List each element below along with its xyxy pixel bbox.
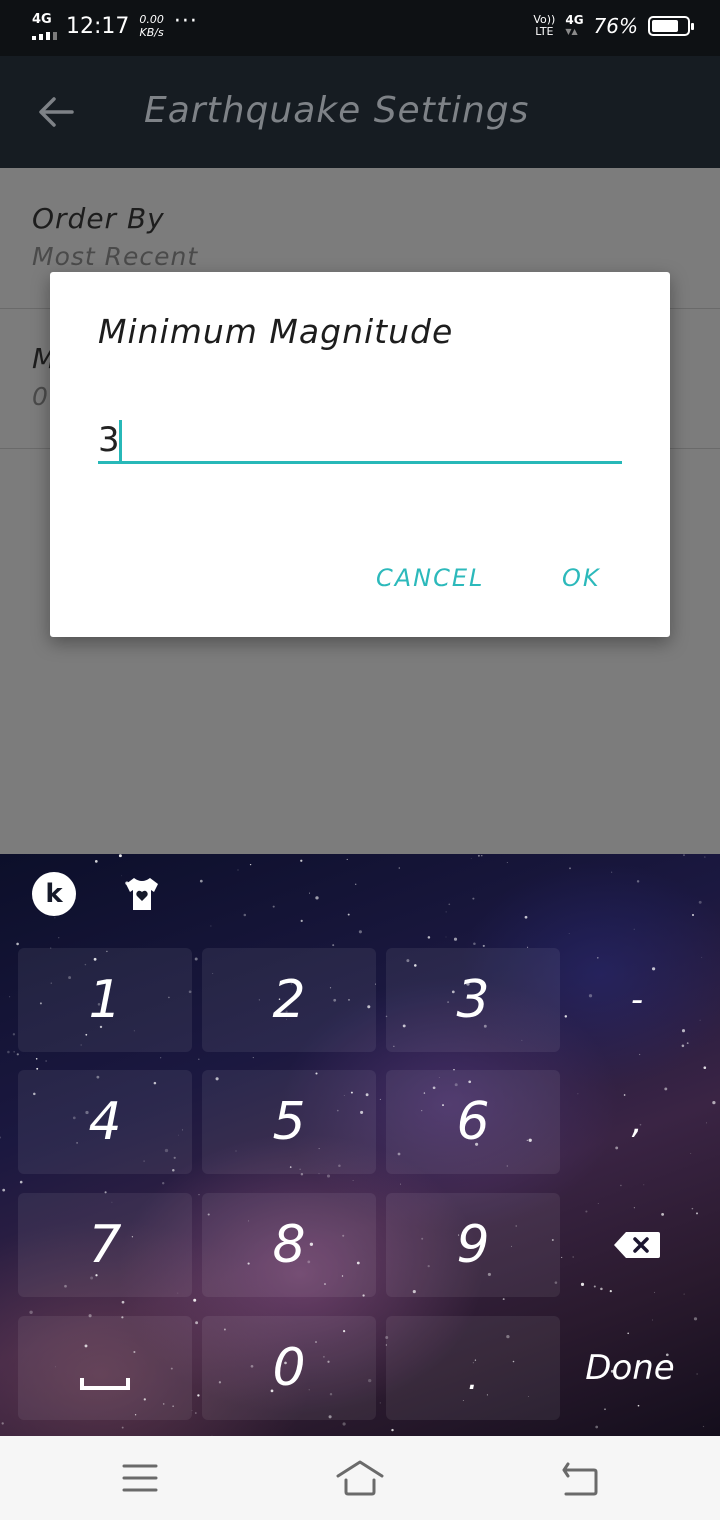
text-cursor (119, 420, 122, 462)
pref-title: Order By (32, 202, 165, 235)
battery-fill (652, 20, 678, 32)
key-7[interactable]: 7 (18, 1193, 192, 1297)
network-speed: 0.00 KB/s (139, 13, 164, 39)
pref-summary: 0 (32, 382, 49, 411)
clock: 12:17 (66, 13, 130, 39)
key-9[interactable]: 9 (386, 1193, 560, 1297)
app-bar: Earthquake Settings (0, 56, 720, 168)
numeric-keyboard: k 1 2 3- 4 5 6, 7 8 9 0. Done (0, 854, 720, 1436)
space-key[interactable] (18, 1316, 192, 1420)
signal-icon: 4G (30, 12, 57, 40)
pref-summary: Most Recent (32, 242, 199, 271)
key-0[interactable]: 0 (202, 1316, 376, 1420)
keyboard-logo-icon[interactable]: k (32, 872, 76, 916)
key-comma[interactable]: , (550, 1070, 720, 1174)
status-right: Vo)) LTE 4G ▼▲ 76% (533, 13, 694, 38)
key-minus[interactable]: - (550, 948, 720, 1052)
network-type: 4G (32, 12, 52, 27)
status-left: 4G 12:17 0.00 KB/s ··· (30, 8, 198, 40)
status-bar: 4G 12:17 0.00 KB/s ··· Vo)) LTE 4G ▼▲ 76… (0, 0, 720, 56)
key-2[interactable]: 2 (202, 948, 376, 1052)
magnitude-input[interactable] (98, 418, 622, 464)
key-1[interactable]: 1 (18, 948, 192, 1052)
key-4[interactable]: 4 (18, 1070, 192, 1174)
key-8[interactable]: 8 (202, 1193, 376, 1297)
navigation-bar (0, 1436, 720, 1520)
volte-indicator: Vo)) LTE (533, 13, 556, 38)
backspace-icon (614, 1232, 660, 1258)
key-6[interactable]: 6 (386, 1070, 560, 1174)
mobile-data-indicator: 4G ▼▲ (565, 13, 584, 36)
key-3[interactable]: 3 (386, 948, 560, 1052)
dialog-title: Minimum Magnitude (98, 312, 454, 351)
battery-percent: 76% (593, 14, 638, 38)
page-title: Earthquake Settings (144, 90, 530, 131)
back-icon[interactable] (550, 1458, 610, 1498)
backspace-key[interactable] (550, 1193, 720, 1297)
ok-button[interactable]: OK (562, 564, 601, 592)
key-period[interactable]: . (386, 1316, 560, 1420)
tshirt-heart-icon[interactable] (122, 874, 162, 914)
more-notifications-icon: ··· (173, 8, 198, 34)
battery-icon (648, 16, 694, 36)
minimum-magnitude-dialog: Minimum Magnitude CANCEL OK (50, 272, 670, 637)
space-icon (80, 1378, 130, 1390)
home-icon[interactable] (330, 1458, 390, 1498)
menu-icon[interactable] (110, 1458, 170, 1498)
key-5[interactable]: 5 (202, 1070, 376, 1174)
done-key[interactable]: Done (550, 1316, 710, 1420)
cancel-button[interactable]: CANCEL (376, 564, 484, 592)
arrow-left-icon[interactable] (36, 92, 76, 132)
